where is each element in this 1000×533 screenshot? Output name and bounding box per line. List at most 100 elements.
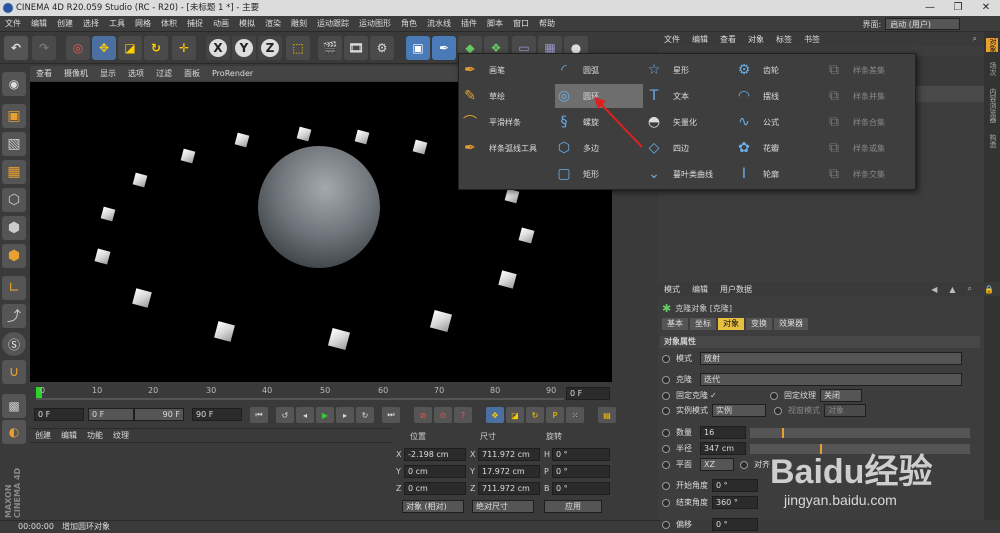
scale-icon[interactable]: ◪ bbox=[118, 36, 142, 60]
prev-key-icon[interactable]: ↺ bbox=[276, 407, 294, 423]
range-end-slider[interactable]: 90 F bbox=[134, 408, 184, 421]
menu-simulate[interactable]: 模拟 bbox=[234, 16, 260, 32]
snap-icon[interactable]: Ⓢ bbox=[2, 332, 26, 356]
model-mode-icon[interactable]: ▣ bbox=[2, 104, 26, 128]
close-button[interactable]: ✕ bbox=[972, 0, 1000, 16]
anim-dot-icon[interactable] bbox=[662, 520, 670, 529]
radius-slider[interactable] bbox=[750, 443, 970, 454]
popup-item-text[interactable]: T 文本 bbox=[645, 84, 733, 108]
rotation-h-field[interactable]: 0 ° bbox=[552, 448, 610, 461]
menu-plugins[interactable]: 插件 bbox=[456, 16, 482, 32]
material-menu-function[interactable]: 功能 bbox=[82, 430, 108, 441]
lock-workplane-icon[interactable]: ▩ bbox=[2, 394, 26, 418]
popup-item-pen[interactable]: ✒ 画笔 bbox=[461, 58, 553, 82]
material-menu-edit[interactable]: 编辑 bbox=[56, 430, 82, 441]
add-icon[interactable]: ✛ bbox=[172, 36, 196, 60]
object-mode-dropdown[interactable]: 对象 (相对) bbox=[402, 500, 464, 513]
popup-item-spline-and[interactable]: ⧉ 样条合集 bbox=[825, 110, 913, 134]
size-x-field[interactable]: 711.972 cm bbox=[478, 448, 540, 461]
anim-dot-icon[interactable] bbox=[662, 391, 670, 400]
record-icon[interactable]: ⊘ bbox=[414, 407, 432, 423]
om-menu-edit[interactable]: 编辑 bbox=[686, 34, 714, 45]
popup-item-rectangle[interactable]: ▢ 矩形 bbox=[555, 162, 643, 186]
search-icon[interactable]: ⌕ bbox=[966, 34, 982, 44]
menu-animate[interactable]: 动画 bbox=[208, 16, 234, 32]
clone-cube[interactable] bbox=[429, 309, 453, 333]
key-position-icon[interactable]: ✥ bbox=[486, 407, 504, 423]
menu-edit[interactable]: 编辑 bbox=[26, 16, 52, 32]
menu-script[interactable]: 脚本 bbox=[482, 16, 508, 32]
rotate-icon[interactable]: ↻ bbox=[144, 36, 168, 60]
popup-item-arc[interactable]: ◜ 圆弧 bbox=[555, 58, 643, 82]
keyframe-selection-icon[interactable]: ? bbox=[454, 407, 472, 423]
popup-item-spline-intersect[interactable]: ⧉ 样条交集 bbox=[825, 162, 913, 186]
rotation-b-field[interactable]: 0 ° bbox=[552, 482, 610, 495]
workplane-icon[interactable]: ▦ bbox=[2, 160, 26, 184]
current-frame-field[interactable]: 0 F bbox=[566, 387, 610, 400]
next-frame-icon[interactable]: ▸ bbox=[336, 407, 354, 423]
viewport-menu-display[interactable]: 显示 bbox=[94, 68, 122, 79]
position-y-field[interactable]: 0 cm bbox=[404, 465, 466, 478]
size-mode-dropdown[interactable]: 绝对尺寸 bbox=[472, 500, 534, 513]
menu-sculpt[interactable]: 雕刻 bbox=[286, 16, 312, 32]
menu-help[interactable]: 帮助 bbox=[534, 16, 560, 32]
prev-frame-icon[interactable]: ◂ bbox=[296, 407, 314, 423]
popup-item-spline-or[interactable]: ⧉ 样条或集 bbox=[825, 136, 913, 160]
clone-cube[interactable] bbox=[100, 206, 116, 222]
tweak-mode-icon[interactable]: ⤴ bbox=[2, 304, 26, 328]
apply-button[interactable]: 应用 bbox=[544, 500, 602, 513]
attr-tab-effectors[interactable]: 效果器 bbox=[774, 318, 808, 330]
material-menu-create[interactable]: 创建 bbox=[30, 430, 56, 441]
popup-item-profile[interactable]: I 轮廓 bbox=[735, 162, 823, 186]
fixed-texture-dropdown[interactable]: 关闭 bbox=[820, 389, 862, 402]
attr-menu-edit[interactable]: 编辑 bbox=[686, 284, 714, 295]
end-angle-field[interactable]: 360 ° bbox=[712, 496, 758, 509]
start-angle-field[interactable]: 0 ° bbox=[712, 479, 758, 492]
render-view-icon[interactable]: 🎬 bbox=[318, 36, 342, 60]
om-menu-view[interactable]: 查看 bbox=[714, 34, 742, 45]
menu-mograph[interactable]: 运动图形 bbox=[354, 16, 396, 32]
clones-dropdown[interactable]: 迭代 bbox=[700, 373, 962, 386]
position-z-field[interactable]: 0 cm bbox=[404, 482, 466, 495]
timeline-window-icon[interactable]: ▤ bbox=[598, 407, 616, 423]
om-menu-bookmarks[interactable]: 书签 bbox=[798, 34, 826, 45]
render-picture-viewer-icon[interactable]: 🎞 bbox=[344, 36, 368, 60]
count-slider[interactable] bbox=[750, 427, 970, 438]
range-start-slider[interactable]: 0 F bbox=[88, 408, 134, 421]
popup-item-vectorizer[interactable]: ◓ 矢量化 bbox=[645, 110, 733, 134]
viewport-menu-prorender[interactable]: ProRender bbox=[206, 69, 259, 78]
points-mode-icon[interactable]: ⬡ bbox=[2, 188, 26, 212]
om-menu-tags[interactable]: 标签 bbox=[770, 34, 798, 45]
play-icon[interactable]: ▶ bbox=[316, 407, 334, 423]
viewport-menu-panel[interactable]: 面板 bbox=[178, 68, 206, 79]
clone-cube[interactable] bbox=[296, 126, 312, 142]
clone-cube[interactable] bbox=[327, 327, 351, 351]
texture-mode-icon[interactable]: ▧ bbox=[2, 132, 26, 156]
attr-menu-mode[interactable]: 模式 bbox=[658, 284, 686, 295]
anim-dot-icon[interactable] bbox=[662, 481, 670, 490]
minimize-button[interactable]: — bbox=[916, 0, 944, 16]
clone-cube[interactable] bbox=[518, 227, 535, 244]
make-editable-icon[interactable]: ◉ bbox=[2, 72, 26, 96]
anim-dot-icon[interactable] bbox=[774, 406, 782, 415]
clone-cube[interactable] bbox=[498, 270, 517, 289]
viewport-menu-options[interactable]: 选项 bbox=[122, 68, 150, 79]
goto-start-icon[interactable]: ⏮ bbox=[250, 407, 268, 423]
move-icon[interactable]: ✥ bbox=[92, 36, 116, 60]
popup-item-formula[interactable]: ∿ 公式 bbox=[735, 110, 823, 134]
anim-dot-icon[interactable] bbox=[770, 391, 778, 400]
popup-item-spline-subtract[interactable]: ⧉ 样条差集 bbox=[825, 58, 913, 82]
offset-field[interactable]: 0 ° bbox=[712, 518, 758, 531]
solo-icon[interactable]: ◐ bbox=[2, 420, 26, 444]
tab-takes[interactable]: 场次 bbox=[986, 62, 998, 76]
material-menu-texture[interactable]: 纹理 bbox=[108, 430, 134, 441]
rotation-p-field[interactable]: 0 ° bbox=[552, 465, 610, 478]
x-axis-icon[interactable]: X bbox=[206, 36, 230, 60]
sphere-object[interactable] bbox=[258, 146, 380, 268]
live-select-icon[interactable]: ◎ bbox=[66, 36, 90, 60]
menu-motion-tracking[interactable]: 运动跟踪 bbox=[312, 16, 354, 32]
axis-mode-icon[interactable]: ∟ bbox=[2, 276, 26, 300]
anim-dot-icon[interactable] bbox=[662, 498, 670, 507]
pen-icon[interactable]: ✒ bbox=[432, 36, 456, 60]
render-settings-icon[interactable]: ⚙ bbox=[370, 36, 394, 60]
